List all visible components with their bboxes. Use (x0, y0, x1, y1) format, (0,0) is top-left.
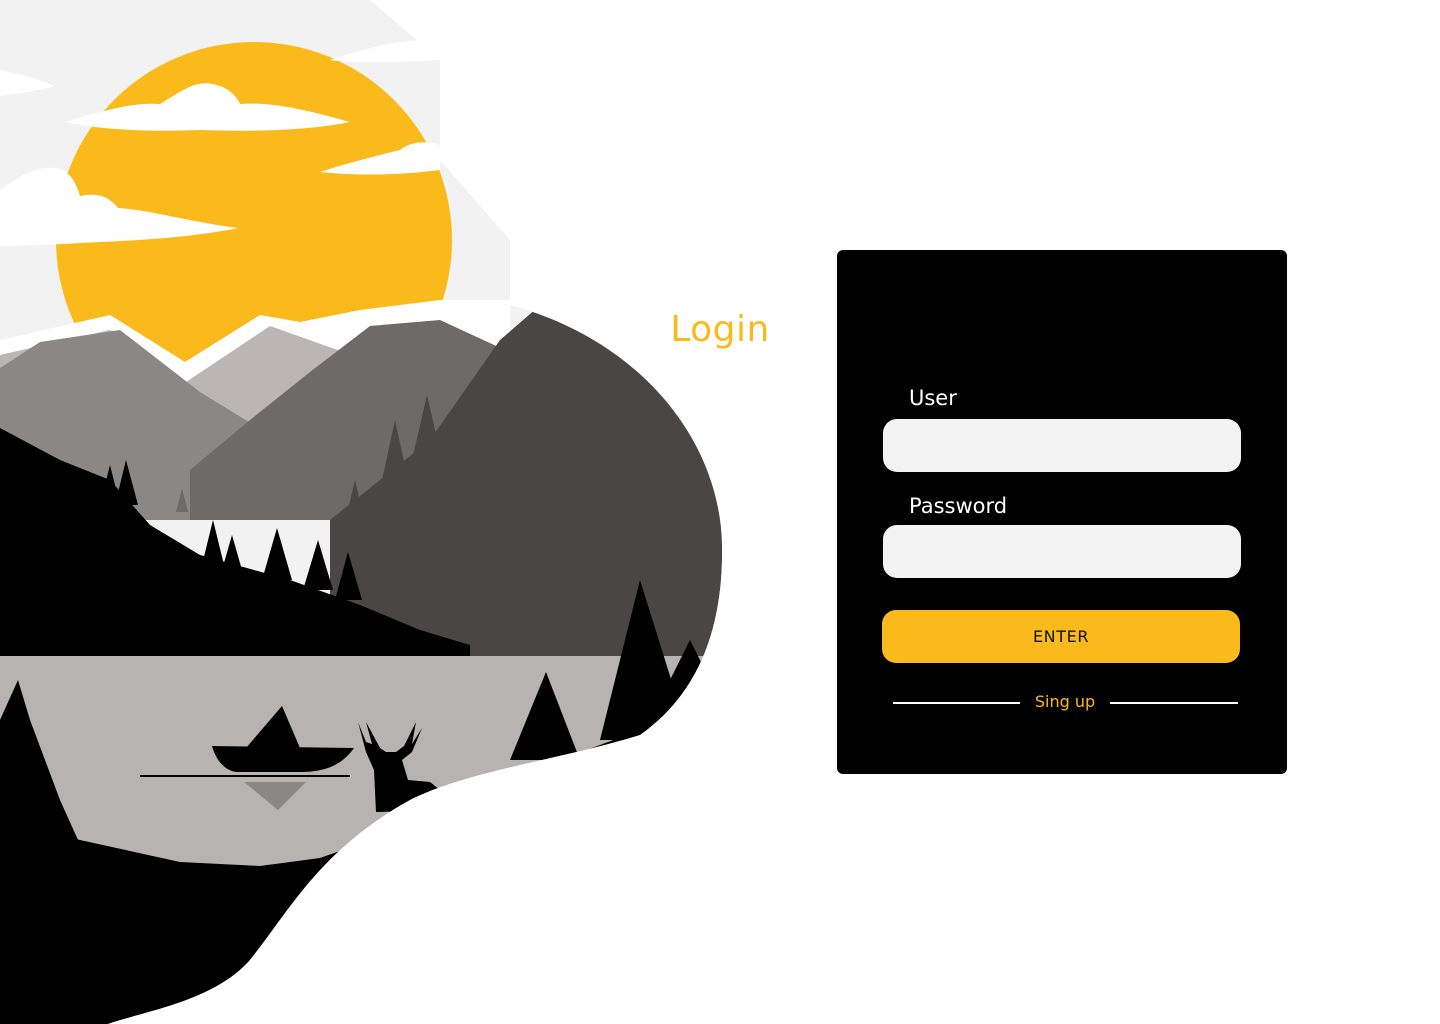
user-label: User (909, 386, 957, 410)
user-input[interactable] (883, 419, 1241, 472)
password-input[interactable] (883, 525, 1241, 578)
password-label: Password (909, 494, 1008, 518)
landscape-illustration (0, 0, 730, 1024)
login-title: Login (670, 309, 770, 350)
divider-right (1110, 702, 1238, 704)
canoe-ripple (140, 775, 350, 777)
login-page: Login User Password ENTER Sing up (0, 0, 1440, 1024)
enter-button[interactable]: ENTER (882, 610, 1240, 663)
divider-left (893, 702, 1020, 704)
signup-link[interactable]: Sing up (1020, 690, 1110, 714)
signup-row: Sing up (893, 690, 1238, 714)
